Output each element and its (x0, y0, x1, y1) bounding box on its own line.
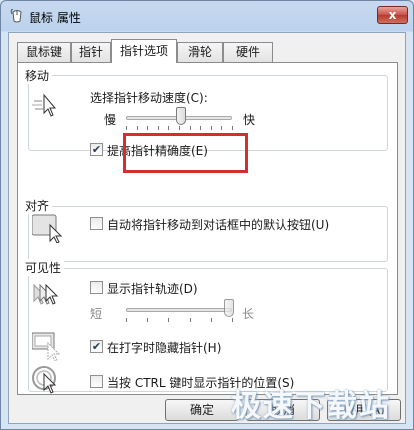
trail-long-label: 长 (242, 307, 255, 321)
pointer-trails-icon (32, 281, 66, 311)
fast-label: 快 (243, 113, 256, 127)
pointer-trails-checkbox[interactable] (90, 281, 103, 294)
pointer-options-panel: 移动 选择指针移动速度(C): 慢 快 ✔ 提高指针精确度(E) 对齐 自动将指… (17, 62, 398, 395)
slider-tick (189, 126, 191, 130)
mouse-properties-window: 鼠标 属性 x 鼠标键 指针 指针选项 滑轮 硬件 移动 选择指针移动速度(C) (0, 0, 414, 430)
snap-to-group (28, 206, 388, 262)
slider-tick (126, 318, 127, 322)
slider-tick (232, 126, 233, 130)
snap-to-checkbox[interactable] (90, 217, 103, 230)
hide-while-typing-icon (32, 331, 66, 361)
tab-pointers[interactable]: 指针 (71, 42, 111, 62)
tab-pointer-options[interactable]: 指针选项 (111, 39, 177, 63)
speed-slider-thumb[interactable] (176, 107, 187, 125)
tab-buttons[interactable]: 鼠标键 (17, 42, 71, 62)
speed-slider-highlight (123, 133, 248, 173)
hide-while-typing-label: 在打字时隐藏指针(H) (107, 341, 222, 355)
speed-label: 选择指针移动速度(C): (90, 91, 208, 105)
slow-label: 慢 (104, 113, 117, 127)
visibility-group-label: 可见性 (22, 259, 65, 276)
slider-tick (147, 318, 149, 322)
slider-tick (168, 126, 170, 130)
snap-to-label: 自动将指针移动到对话框中的默认按钮(U) (107, 218, 330, 232)
tab-wheel[interactable]: 滑轮 (177, 42, 223, 62)
slider-tick (147, 126, 149, 130)
slider-tick (200, 126, 202, 130)
pointer-speed-icon (32, 92, 58, 118)
watermark-text: 极速下载站 (231, 389, 391, 424)
mouse-icon (10, 9, 24, 23)
snap-to-default-icon (32, 213, 66, 243)
close-button[interactable]: x (377, 6, 408, 24)
slider-tick (168, 318, 170, 322)
slider-tick (210, 318, 212, 322)
slider-tick (126, 126, 127, 130)
trail-slider-track (126, 308, 232, 312)
show-location-checkbox[interactable] (90, 375, 103, 388)
ok-button[interactable]: 确定 (165, 399, 239, 421)
slider-tick (232, 318, 233, 322)
trail-short-label: 短 (90, 307, 103, 321)
slider-tick (136, 126, 138, 130)
slider-tick (157, 126, 159, 130)
slider-tick (189, 318, 191, 322)
show-location-icon (32, 365, 66, 395)
pointer-trails-label: 显示指针轨迹(D) (107, 282, 198, 296)
dialog-client-area: 鼠标键 指针 指针选项 滑轮 硬件 移动 选择指针移动速度(C): 慢 快 ✔ … (8, 32, 406, 424)
precision-checkbox[interactable]: ✔ (90, 143, 103, 156)
slider-tick (179, 126, 180, 130)
snap-group-label: 对齐 (22, 197, 53, 214)
trail-slider-thumb[interactable] (223, 299, 234, 317)
slider-tick (210, 126, 212, 130)
title-bar: 鼠标 属性 x (1, 1, 413, 31)
hide-while-typing-checkbox[interactable]: ✔ (90, 340, 103, 353)
motion-group-label: 移动 (22, 67, 53, 84)
tab-hardware[interactable]: 硬件 (223, 42, 273, 62)
window-title: 鼠标 属性 (29, 11, 81, 25)
slider-tick (221, 126, 223, 130)
